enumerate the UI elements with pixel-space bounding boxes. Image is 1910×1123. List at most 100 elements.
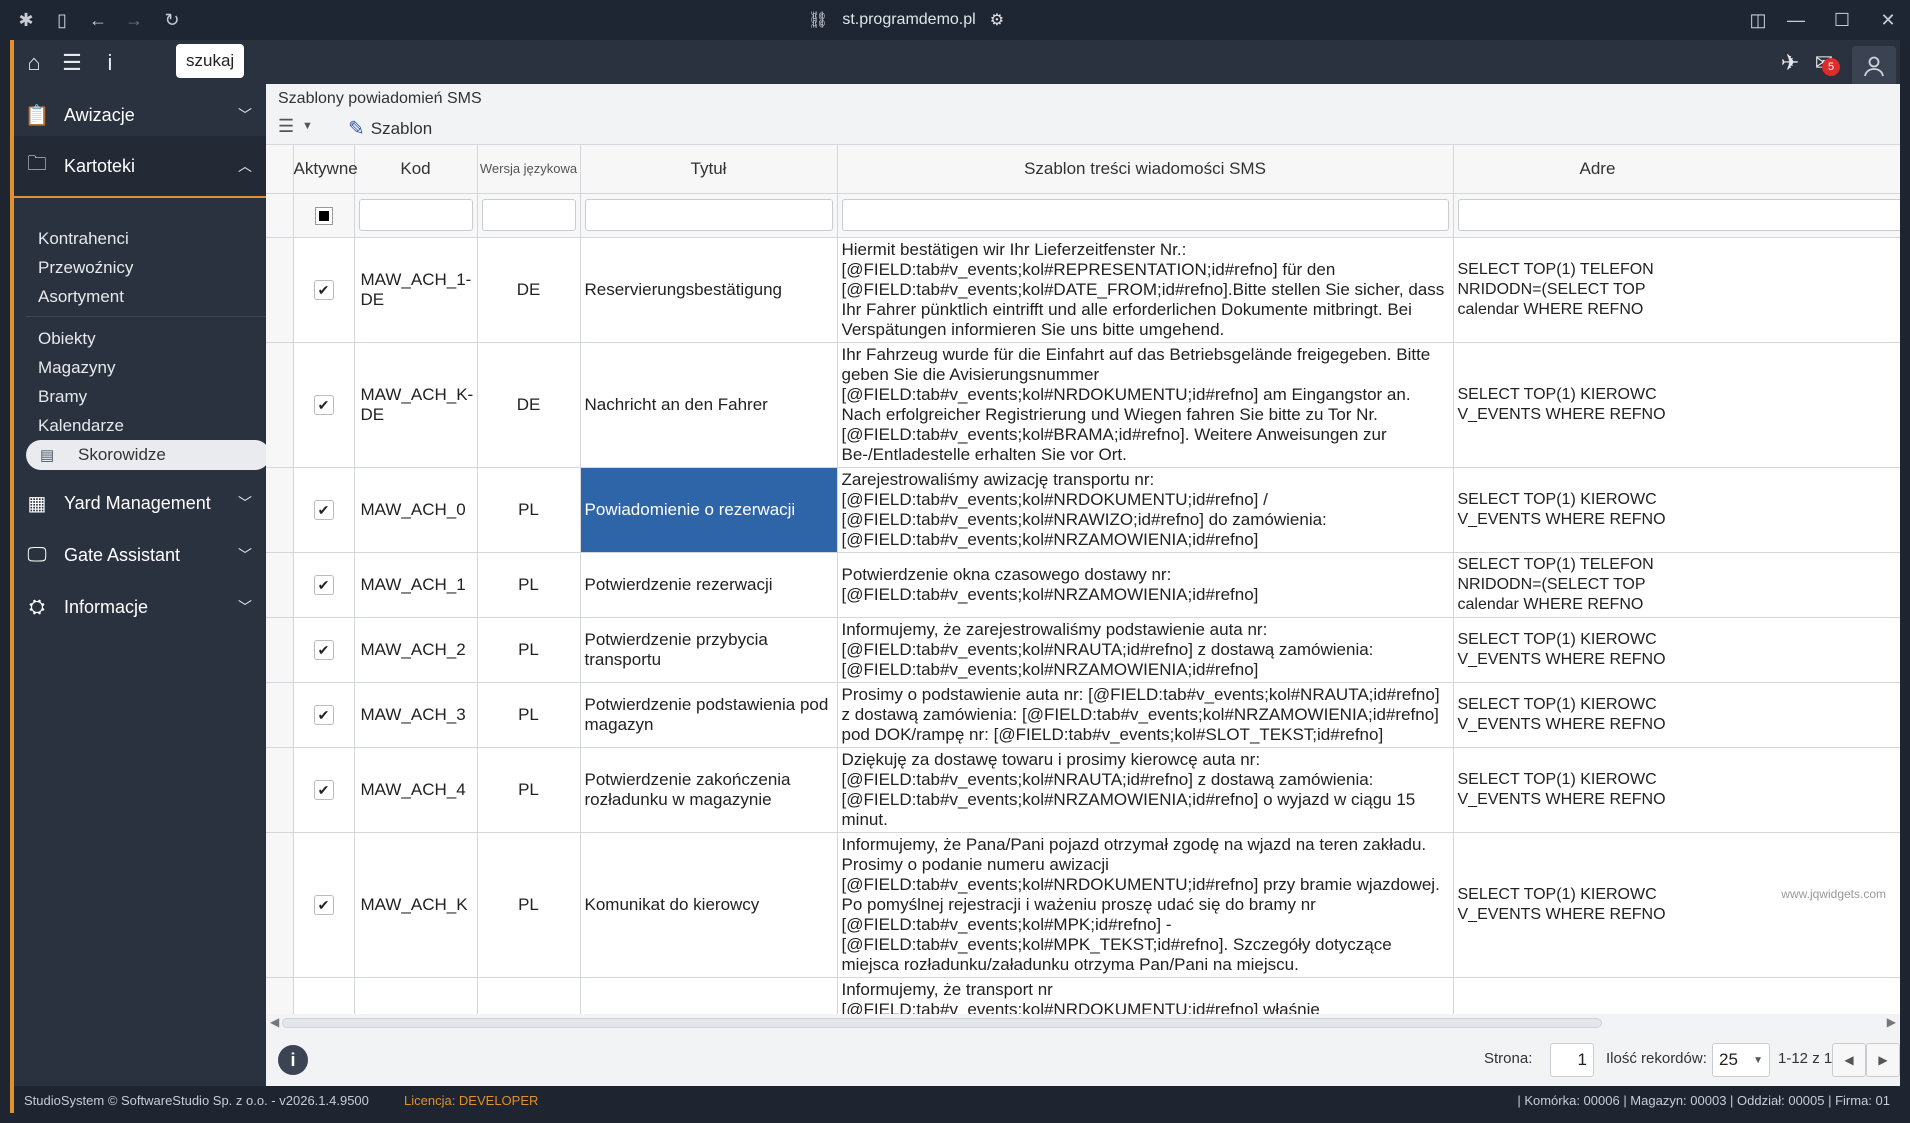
cell-language[interactable]: PL — [477, 467, 581, 553]
cell-title[interactable]: Komunikat do kierowcy — [580, 832, 838, 978]
filter-title-input[interactable] — [584, 199, 833, 231]
browser-logo-icon[interactable]: ✱ — [14, 8, 38, 32]
sidebar-item-obiekty[interactable]: Obiekty — [26, 324, 266, 354]
cell-address[interactable]: SELECT TOP(1) TELEFON NRIDODN=(SELECT TOP… — [1453, 237, 1900, 343]
column-header-address[interactable]: Adre — [1453, 145, 1900, 194]
checkmark-icon[interactable]: ✔ — [313, 894, 334, 915]
cell-title[interactable]: Reservierungsbestätigung — [580, 237, 838, 343]
cell-code[interactable]: MAW_ACH_K — [354, 832, 478, 978]
table-row[interactable]: ✔ MAW_ACH_0 PL Powiadomienie o rezerwacj… — [266, 467, 1900, 553]
table-row[interactable]: ✔ MAW_ACH_1-DE DE Reservierungsbestätigu… — [266, 237, 1900, 343]
cell-template[interactable]: Informujemy, że zarejestrowaliśmy podsta… — [837, 617, 1454, 683]
cell-code[interactable]: MAW_ACH_0 — [354, 467, 478, 553]
sidebar-item-skorowidze[interactable]: ▤ Skorowidze — [26, 440, 270, 470]
sidebar-group-informacje[interactable]: ⛭ Informacje ﹀ — [14, 576, 266, 638]
checkmark-icon[interactable]: ✔ — [313, 394, 334, 415]
cell-title[interactable]: Potwierdzenie zakończenia rozładunku w m… — [580, 747, 838, 833]
checkmark-icon[interactable]: ✔ — [313, 704, 334, 725]
cell-title[interactable] — [580, 977, 838, 1014]
close-icon[interactable]: ✕ — [1876, 8, 1900, 32]
sidebar-item-kontrahenci[interactable]: Kontrahenci — [26, 224, 266, 254]
checkmark-icon[interactable]: ✔ — [313, 639, 334, 660]
table-row[interactable]: ✔ MAW_ACH_4 PL Potwierdzenie zakończenia… — [266, 747, 1900, 833]
filter-active-checkbox[interactable] — [314, 206, 333, 225]
cell-title[interactable]: Potwierdzenie przybycia transportu — [580, 617, 838, 683]
sidebar-item-asortyment[interactable]: Asortyment — [26, 282, 266, 312]
cell-template[interactable]: Informujemy, że Pana/Pani pojazd otrzyma… — [837, 832, 1454, 978]
column-header-language[interactable]: Wersja językowa — [477, 145, 581, 194]
maximize-icon[interactable]: ☐ — [1830, 8, 1854, 32]
cell-active[interactable]: ✔ — [293, 832, 355, 978]
prev-page-button[interactable]: ◀ — [1832, 1043, 1866, 1077]
cell-template[interactable]: Hiermit bestätigen wir Ihr Lieferzeitfen… — [837, 237, 1454, 343]
sidebar-item-kalendarze[interactable]: Kalendarze — [26, 411, 266, 441]
cell-language[interactable] — [477, 977, 581, 1014]
plane-icon[interactable]: ✈ — [1776, 49, 1804, 77]
filter-code-input[interactable] — [358, 199, 473, 231]
site-settings-icon[interactable]: ⚙ — [990, 10, 1004, 30]
cell-active[interactable] — [293, 977, 355, 1014]
cell-active[interactable]: ✔ — [293, 552, 355, 618]
column-header-template[interactable]: Szablon treści wiadomości SMS — [837, 145, 1454, 194]
sidebar-group-kartoteki[interactable]: 🗀 Kartoteki ︿ — [14, 136, 266, 198]
minimize-icon[interactable]: — — [1784, 8, 1808, 32]
cell-active[interactable]: ✔ — [293, 747, 355, 833]
hamburger-menu-icon[interactable]: ☰ — [278, 116, 294, 137]
cell-address[interactable]: SELECT TOP(1) KIEROWC V_EVENTS WHERE REFN… — [1453, 832, 1900, 978]
cell-code[interactable] — [354, 977, 478, 1014]
cell-active[interactable]: ✔ — [293, 682, 355, 748]
cell-language[interactable]: PL — [477, 832, 581, 978]
back-icon[interactable]: ← — [86, 8, 110, 32]
scroll-right-icon[interactable]: ▶ — [1887, 1015, 1896, 1029]
cell-language[interactable]: PL — [477, 617, 581, 683]
table-row[interactable]: ✔ MAW_ACH_K PL Komunikat do kierowcy Inf… — [266, 832, 1900, 978]
table-row[interactable]: ✔ MAW_ACH_1 PL Potwierdzenie rezerwacji … — [266, 552, 1900, 618]
next-page-button[interactable]: ▶ — [1866, 1043, 1900, 1077]
checkmark-icon[interactable]: ✔ — [313, 279, 334, 300]
table-row[interactable]: ✔ MAW_ACH_K-DE DE Nachricht an den Fahre… — [266, 342, 1900, 468]
records-per-page-select[interactable]: 25 ▼ — [1712, 1043, 1770, 1077]
cell-language[interactable]: PL — [477, 682, 581, 748]
table-row[interactable]: Informujemy, że transport nr [@FIELD:tab… — [266, 977, 1900, 1014]
cell-code[interactable]: MAW_ACH_4 — [354, 747, 478, 833]
filter-template-input[interactable] — [841, 199, 1449, 231]
cell-template[interactable]: Dziękuję za dostawę towaru i prosimy kie… — [837, 747, 1454, 833]
search-button[interactable]: szukaj — [176, 44, 245, 78]
cell-active[interactable]: ✔ — [293, 617, 355, 683]
cell-address[interactable]: SELECT TOP(1) KIEROWC V_EVENTS WHERE REFN… — [1453, 467, 1900, 553]
cell-code[interactable]: MAW_ACH_3 — [354, 682, 478, 748]
filter-language-input[interactable] — [481, 199, 576, 231]
sidebar-toggle-icon[interactable]: ▯ — [50, 8, 74, 32]
cell-template[interactable]: Potwierdzenie okna czasowego dostawy nr:… — [837, 552, 1454, 618]
cell-title[interactable]: Potwierdzenie podstawienia pod magazyn — [580, 682, 838, 748]
checkmark-icon[interactable]: ✔ — [313, 499, 334, 520]
table-row[interactable]: ✔ MAW_ACH_3 PL Potwierdzenie podstawieni… — [266, 682, 1900, 748]
forward-icon[interactable]: → — [122, 8, 146, 32]
horizontal-scrollbar[interactable]: ◀ ▶ — [266, 1014, 1900, 1032]
cell-title-selected[interactable]: Powiadomienie o rezerwacji — [580, 467, 838, 553]
home-icon[interactable]: ⌂ — [20, 49, 48, 77]
cell-address[interactable]: SELECT TOP(1) KIEROWC V_EVENTS WHERE REFN… — [1453, 342, 1900, 468]
address-bar[interactable]: ⛓ st.programdemo.pl ⚙ — [808, 8, 1004, 32]
info-icon[interactable]: i — [96, 49, 124, 77]
reload-icon[interactable]: ↻ — [160, 8, 184, 32]
filter-address-input[interactable] — [1457, 199, 1900, 231]
column-header-code[interactable]: Kod — [354, 145, 478, 194]
cell-template[interactable]: Prosimy o podstawienie auta nr: [@FIELD:… — [837, 682, 1454, 748]
page-input[interactable]: 1 — [1550, 1043, 1594, 1077]
column-header-active[interactable]: Aktywne — [293, 145, 358, 194]
template-button[interactable]: ✎ Szablon — [348, 116, 432, 141]
sidebar-item-przewoznicy[interactable]: Przewoźnicy — [26, 253, 266, 283]
cell-title[interactable]: Potwierdzenie rezerwacji — [580, 552, 838, 618]
cell-address[interactable]: SELECT TOP(1) KIEROWC V_EVENTS WHERE REFN… — [1453, 682, 1900, 748]
cell-code[interactable]: MAW_ACH_1 — [354, 552, 478, 618]
caret-down-icon[interactable]: ▼ — [302, 120, 313, 132]
cell-address[interactable]: SELECT TOP(1) TELEFON NRIDODN=(SELECT TOP… — [1453, 552, 1900, 618]
cell-code[interactable]: MAW_ACH_1-DE — [354, 237, 478, 343]
cell-language[interactable]: PL — [477, 747, 581, 833]
sidebar-item-bramy[interactable]: Bramy — [26, 382, 266, 412]
scrollbar-thumb[interactable] — [282, 1018, 1602, 1028]
cell-active[interactable]: ✔ — [293, 467, 355, 553]
cell-language[interactable]: DE — [477, 342, 581, 468]
sidebar-item-magazyny[interactable]: Magazyny — [26, 353, 266, 383]
